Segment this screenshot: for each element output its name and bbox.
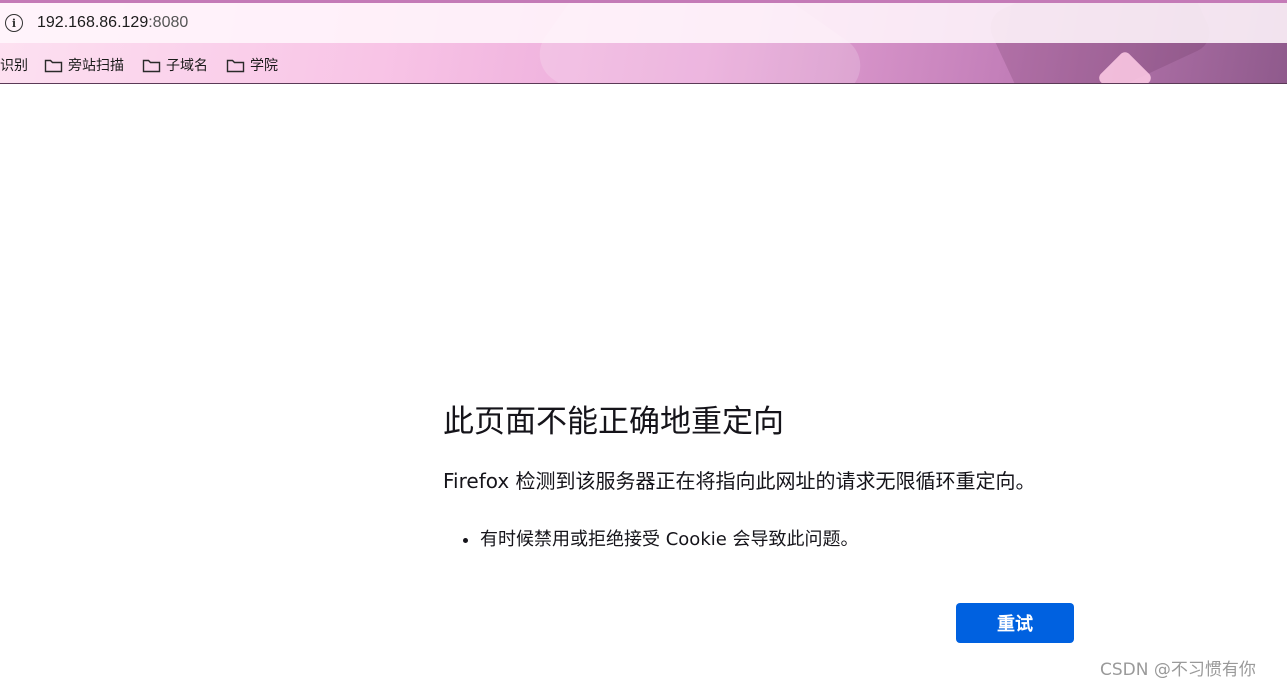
bookmark-folder[interactable]: 学院 <box>226 55 278 75</box>
suggestion-item: 有时候禁用或拒绝接受 Cookie 会导致此问题。 <box>463 526 1083 554</box>
address-bar[interactable]: i 192.168.86.129:8080 <box>0 3 1287 43</box>
bookmark-label: 子域名 <box>166 58 208 74</box>
error-content: 此页面不能正确地重定向 Firefox 检测到该服务器正在将指向此网址的请求无限… <box>443 400 1083 554</box>
folder-icon <box>226 58 245 73</box>
bookmark-folder[interactable]: 子域名 <box>142 55 208 75</box>
bookmarks-toolbar: 识别 旁站扫描 子域名 学院 <box>0 49 296 81</box>
bookmark-folder[interactable]: 旁站扫描 <box>44 55 124 75</box>
folder-icon <box>44 58 63 73</box>
error-title: 此页面不能正确地重定向 <box>443 404 784 440</box>
bookmark-label: 识别 <box>0 58 28 74</box>
url-text[interactable]: 192.168.86.129:8080 <box>37 14 188 32</box>
url-host: 192.168.86.129 <box>37 14 149 31</box>
bookmark-label: 旁站扫描 <box>68 58 124 74</box>
site-info-icon[interactable]: i <box>5 14 23 32</box>
folder-icon <box>142 58 161 73</box>
retry-button[interactable]: 重试 <box>956 603 1074 643</box>
url-port: :8080 <box>148 14 189 31</box>
error-description: Firefox 检测到该服务器正在将指向此网址的请求无限循环重定向。 <box>443 469 1036 493</box>
bookmark-item[interactable]: 识别 <box>0 55 28 75</box>
browser-chrome: i 192.168.86.129:8080 识别 旁站扫描 子域名 学院 <box>0 0 1287 84</box>
watermark: CSDN @不习惯有你 <box>1100 660 1256 680</box>
bookmark-label: 学院 <box>250 58 278 74</box>
error-suggestions: 有时候禁用或拒绝接受 Cookie 会导致此问题。 <box>443 526 1083 554</box>
